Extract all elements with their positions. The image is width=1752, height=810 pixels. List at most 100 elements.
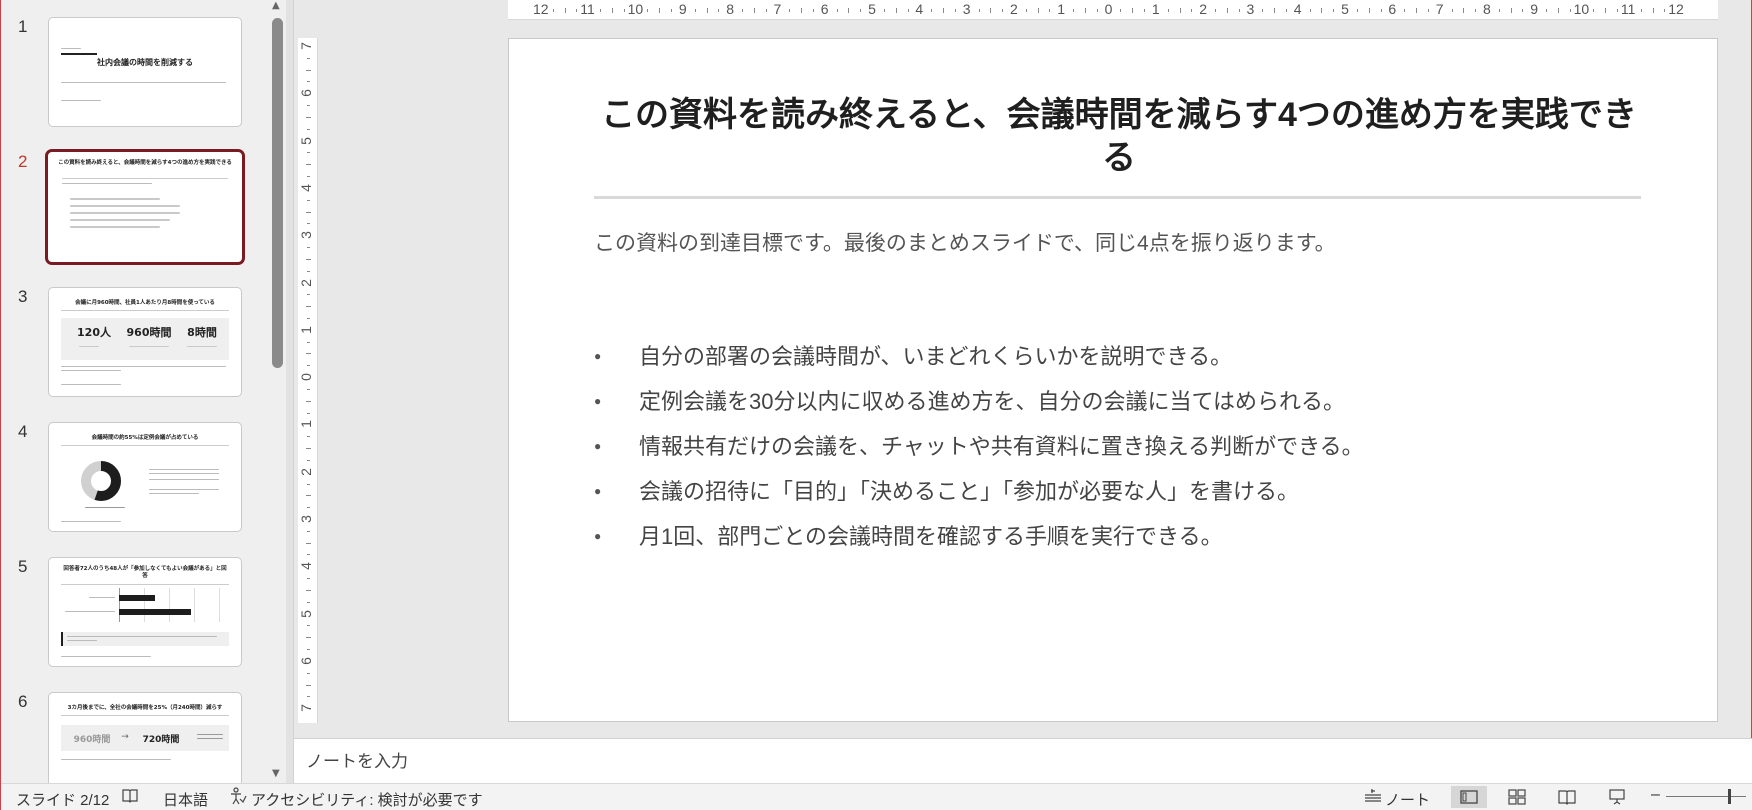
bullet-item[interactable]: 情報共有だけの会議を、チャットや共有資料に置き換える判断ができる。 bbox=[594, 424, 1364, 469]
ruler-tick bbox=[306, 495, 311, 497]
slide-thumbnail-3[interactable]: 会議に月960時間、社員1人あたり月8時間を使っている 120人 960時間 8… bbox=[48, 287, 242, 397]
ruler-tick bbox=[307, 152, 310, 154]
ruler-tick bbox=[307, 507, 310, 509]
slide-canvas[interactable]: この資料を読み終えると、会議時間を減らす4つの進め方を実践できる この資料の到達… bbox=[508, 38, 1718, 722]
ruler-tick bbox=[307, 294, 310, 296]
thumbnail-arrow: → bbox=[121, 732, 129, 742]
slide-thumbnail-2[interactable]: この資料を読み終えると、会議時間を減らす4つの進め方を実践できる bbox=[45, 149, 245, 265]
ruler-label: 6 bbox=[297, 656, 314, 665]
ruler-tick bbox=[623, 9, 625, 12]
ruler-tick bbox=[706, 8, 708, 13]
thumbnail-row-3[interactable]: 3 会議に月960時間、社員1人あたり月8時間を使っている 120人 960時間… bbox=[1, 287, 271, 402]
ruler-tick bbox=[307, 105, 310, 107]
slide-title[interactable]: この資料を読み終えると、会議時間を減らす4つの進め方を実践できる bbox=[599, 94, 1639, 180]
ruler-tick bbox=[883, 9, 885, 12]
ruler-tick bbox=[1617, 9, 1619, 12]
ruler-tick bbox=[1262, 9, 1264, 12]
ruler-tick bbox=[1605, 8, 1607, 13]
ruler-tick bbox=[1356, 9, 1358, 12]
accessibility-status[interactable]: アクセシビリティ: 検討が必要です bbox=[251, 789, 483, 810]
ruler-tick bbox=[307, 578, 310, 580]
bullet-item[interactable]: 自分の部署の会議時間が、いまどれくらいかを説明できる。 bbox=[594, 334, 1364, 379]
ruler-tick bbox=[307, 436, 310, 438]
ruler-tick bbox=[694, 9, 696, 12]
ruler-tick bbox=[954, 9, 956, 12]
ruler-tick bbox=[990, 8, 992, 13]
slide-thumbnail-6[interactable]: 3カ月後までに、全社の会議時間を25%（月240時間）減らす 960時間 → 7… bbox=[48, 692, 242, 783]
thumbnail-row-4[interactable]: 4 会議時間の約55%は定例会議が占めている bbox=[1, 422, 271, 537]
slide-thumbnail-1[interactable]: 社内会議の時間を削減する bbox=[48, 17, 242, 127]
ruler-tick bbox=[611, 8, 613, 13]
thumbnail-row-1[interactable]: 1 社内会議の時間を削減する bbox=[1, 17, 271, 132]
ruler-tick bbox=[1652, 8, 1654, 13]
ruler-tick bbox=[307, 270, 310, 272]
spellcheck-book-icon[interactable] bbox=[121, 787, 139, 810]
zoom-out-icon[interactable]: – bbox=[1651, 786, 1660, 804]
thumbnail-title: 回答者72人のうち48人が「参加しなくてもよい会議がある」と回答 bbox=[63, 566, 227, 579]
slide-indicator[interactable]: スライド 2/12 bbox=[16, 789, 109, 810]
thumbnail-row-5[interactable]: 5 回答者72人のうち48人が「参加しなくてもよい会議がある」と回答 bbox=[1, 557, 271, 672]
horizontal-ruler[interactable]: 12 11 10 9 8 7 6 5 4 3 2 1 0 1 2 3 4 5 6 7 8 9 10 11 12 bbox=[508, 0, 1718, 20]
thumbnail-title: この資料を読み終えると、会議時間を減らす4つの進め方を実践できる bbox=[58, 160, 232, 166]
slide-sorter-view-button[interactable] bbox=[1499, 786, 1535, 808]
scroll-down-arrow-icon[interactable]: ▼ bbox=[272, 768, 280, 779]
thumbnail-row-6[interactable]: 6 3カ月後までに、全社の会議時間を25%（月240時間）減らす 960時間 →… bbox=[1, 692, 271, 783]
ruler-tick bbox=[306, 353, 311, 355]
bullet-item[interactable]: 定例会議を30分以内に収める進め方を、自分の会議に当てはめられる。 bbox=[594, 379, 1364, 424]
thumbnail-row-2[interactable]: 2 この資料を読み終えると、会議時間を減らす4つの進め方を実践できる bbox=[1, 149, 271, 267]
ruler-label: 1 bbox=[297, 325, 314, 334]
bullet-list[interactable]: 自分の部署の会議時間が、いまどれくらいかを説明できる。 定例会議を30分以内に収… bbox=[594, 334, 1364, 559]
pane-splitter[interactable] bbox=[286, 0, 294, 783]
thumbnail-title: 会議時間の約55%は定例会議が占めている bbox=[91, 435, 199, 441]
normal-view-button[interactable] bbox=[1451, 786, 1487, 808]
ruler-label: 5 bbox=[1341, 1, 1349, 17]
bullet-item[interactable]: 会議の招待に「目的」「決めること」「参加が必要な人」を書ける。 bbox=[594, 469, 1364, 514]
zoom-slider[interactable] bbox=[1666, 796, 1746, 797]
ruler-tick bbox=[307, 365, 310, 367]
language-indicator[interactable]: 日本語 bbox=[163, 789, 208, 810]
vertical-ruler[interactable]: 7 6 5 4 3 2 1 0 1 2 3 4 5 6 7 bbox=[298, 38, 318, 723]
title-divider bbox=[594, 196, 1641, 199]
ruler-label: 1 bbox=[1057, 1, 1066, 17]
ruler-tick bbox=[742, 9, 744, 12]
zoom-slider-handle[interactable] bbox=[1728, 789, 1731, 804]
ruler-label: 7 bbox=[297, 704, 314, 713]
status-bar: スライド 2/12 日本語 アクセシビリティ: 検討が必要です ノート – bbox=[1, 783, 1752, 810]
ruler-label: 7 bbox=[773, 1, 782, 17]
ruler-tick bbox=[306, 542, 311, 544]
ruler-label: 9 bbox=[678, 1, 687, 17]
ruler-tick bbox=[306, 306, 311, 308]
ruler-tick bbox=[1569, 9, 1571, 12]
slide-lead-text[interactable]: この資料の到達目標です。最後のまとめスライドで、同じ4点を振り返ります。 bbox=[594, 227, 1336, 257]
scroll-up-arrow-icon[interactable]: ▲ bbox=[272, 0, 280, 11]
ruler-tick bbox=[307, 696, 310, 698]
notes-placeholder[interactable]: ノートを入力 bbox=[306, 747, 408, 772]
ruler-tick bbox=[659, 8, 661, 13]
notes-icon[interactable] bbox=[1363, 787, 1383, 810]
ruler-label: 12 bbox=[1668, 1, 1684, 17]
accessibility-icon[interactable] bbox=[229, 787, 247, 810]
ruler-tick bbox=[306, 258, 311, 260]
ruler-tick bbox=[564, 8, 566, 13]
ruler-tick bbox=[1002, 9, 1004, 12]
scrollbar-thumb[interactable] bbox=[272, 18, 283, 368]
thumbnail-number: 5 bbox=[18, 557, 28, 576]
bullet-item[interactable]: 月1回、部門ごとの会議時間を確認する手順を実行できる。 bbox=[594, 514, 1364, 559]
slide-thumbnail-4[interactable]: 会議時間の約55%は定例会議が占めている bbox=[48, 422, 242, 532]
slideshow-view-button[interactable] bbox=[1599, 786, 1635, 808]
ruler-label: 5 bbox=[297, 609, 314, 618]
notes-toggle-label[interactable]: ノート bbox=[1385, 789, 1430, 810]
ruler-tick bbox=[306, 589, 311, 591]
ruler-label: 10 bbox=[627, 1, 644, 17]
ruler-tick bbox=[307, 672, 310, 674]
ruler-tick bbox=[307, 601, 310, 603]
ruler-tick bbox=[306, 637, 311, 639]
ruler-tick bbox=[307, 57, 310, 59]
thumbnail-scrollbar[interactable]: ▲ ▼ bbox=[269, 0, 286, 783]
ruler-tick bbox=[1546, 9, 1548, 12]
notes-pane[interactable]: ノートを入力 bbox=[294, 738, 1752, 783]
ruler-label: 6 bbox=[1388, 1, 1397, 17]
slide-thumbnail-5[interactable]: 回答者72人のうち48人が「参加しなくてもよい会議がある」と回答 bbox=[48, 557, 242, 667]
reading-view-button[interactable] bbox=[1549, 786, 1585, 808]
ruler-tick bbox=[1333, 9, 1335, 12]
